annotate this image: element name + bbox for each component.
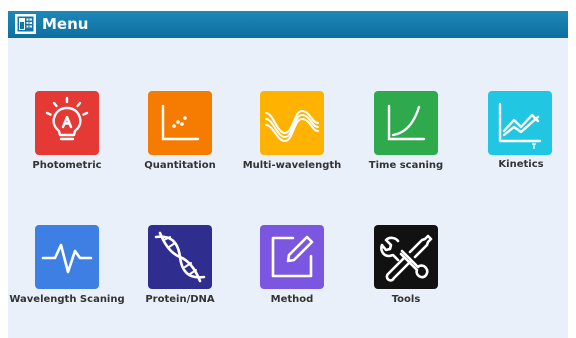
pulse-icon [41, 243, 93, 274]
time-scaning-button[interactable] [374, 91, 438, 155]
menu-icon[interactable] [15, 14, 36, 34]
waves-icon [265, 109, 319, 143]
quantitation-button[interactable] [148, 91, 212, 155]
tools-label: Tools [391, 294, 421, 305]
multi-wavelength-label: Multi-wavelength [242, 160, 342, 171]
photometric-label: Photometric [32, 160, 102, 171]
wavelength-scaning-label: Wavelength Scaning [9, 294, 125, 305]
kinetics-label: Kinetics [498, 159, 544, 170]
tools-button[interactable] [374, 225, 438, 289]
scatter-plot-icon [161, 104, 200, 141]
quantitation-label: Quantitation [144, 160, 216, 171]
line-chart-icon [498, 102, 542, 149]
method-label: Method [270, 294, 314, 305]
protein-dna-button[interactable] [148, 225, 212, 289]
photometric-button[interactable] [35, 91, 99, 155]
menu-screen: Menu Photometric Quantitation Multi-wave… [0, 0, 576, 338]
edit-icon [271, 235, 314, 278]
menu-grid: Photometric Quantitation Multi-wavelengt… [8, 38, 568, 338]
kinetics-button[interactable] [488, 91, 552, 155]
window-title: Menu [42, 15, 89, 33]
dna-icon [154, 231, 206, 283]
title-bar: Menu [8, 11, 568, 38]
method-button[interactable] [260, 225, 324, 289]
wavelength-scaning-button[interactable] [35, 225, 99, 289]
tools-icon [380, 234, 433, 282]
lightbulb-icon [45, 96, 89, 141]
curve-icon [387, 104, 426, 141]
multi-wavelength-button[interactable] [260, 91, 324, 155]
protein-dna-label: Protein/DNA [145, 294, 215, 305]
time-scaning-label: Time scaning [368, 160, 444, 171]
